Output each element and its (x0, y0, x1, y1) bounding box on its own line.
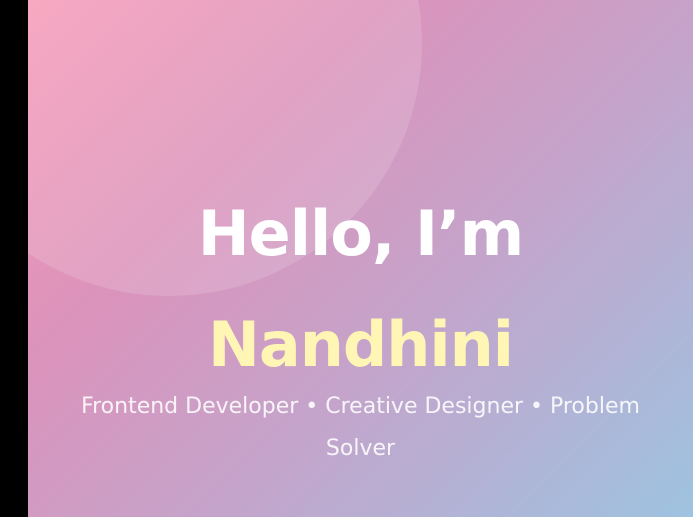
screen: Hello, I’m Nandhini Frontend Developer •… (0, 0, 693, 517)
hero-content: Hello, I’m Nandhini Frontend Developer •… (28, 0, 693, 517)
hero-greeting: Hello, I’m (197, 196, 524, 270)
hero-name: Nandhini (207, 308, 514, 382)
hero-section: Hello, I’m Nandhini Frontend Developer •… (28, 0, 693, 517)
hero-tagline: Frontend Developer • Creative Designer •… (81, 394, 640, 461)
